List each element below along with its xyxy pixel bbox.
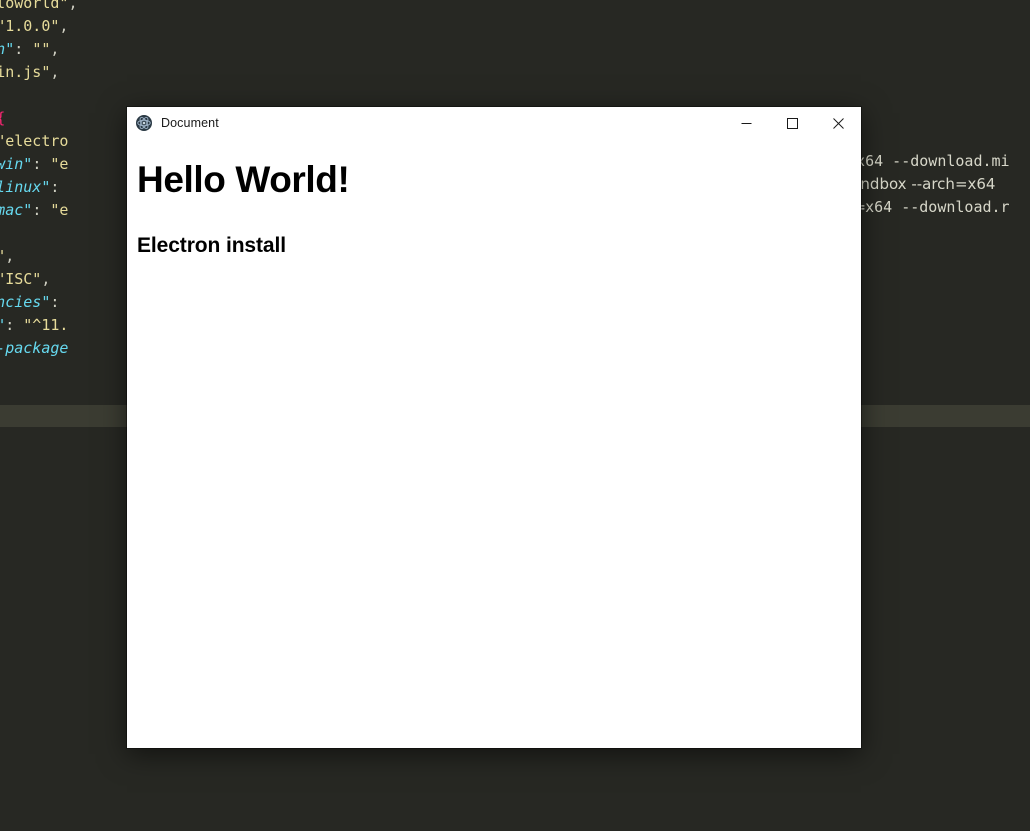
code-token: ckage-linux"	[0, 178, 51, 196]
code-token: ,	[59, 17, 69, 35]
code-line: -sandbox --arch=x64	[838, 173, 1030, 196]
page-heading: Hello World!	[137, 159, 350, 200]
page-subheading: Electron install	[137, 233, 286, 257]
code-token: :	[32, 201, 51, 219]
window-title-text: Document	[161, 116, 219, 130]
code-token: :	[32, 155, 51, 173]
code-token: "helloworld"	[0, 0, 69, 12]
code-line: ": "main.js",	[0, 61, 362, 84]
code-token: "^11.	[23, 316, 69, 334]
code-token: ,	[5, 247, 15, 265]
maximize-button[interactable]	[769, 107, 815, 139]
background-code-right-column: h=x64 --download.mi -sandbox --arch=x64 ch…	[838, 150, 1030, 219]
code-token: :	[5, 316, 24, 334]
code-token: ,	[50, 40, 60, 58]
close-button[interactable]	[815, 107, 861, 139]
code-token: ectron-package	[0, 339, 69, 357]
code-line: ug	[0, 84, 362, 107]
code-token: "1.0.0"	[0, 17, 60, 35]
code-token: ription"	[0, 40, 15, 58]
electron-app-window[interactable]: Document Hello World! Electron install	[127, 107, 861, 748]
minimize-button[interactable]	[723, 107, 769, 139]
close-icon	[832, 117, 844, 129]
code-token: :	[50, 293, 60, 311]
code-token: ch=x64 --download.r	[838, 198, 1010, 216]
code-token: "electro	[0, 132, 69, 150]
code-token: "ISC"	[0, 270, 42, 288]
code-token: :	[50, 178, 69, 196]
code-line: ription": "",	[0, 38, 362, 61]
maximize-icon	[786, 117, 798, 129]
code-token: ependencies"	[0, 293, 51, 311]
code-token: "main.js"	[0, 63, 51, 81]
code-token: ckage-win"	[0, 155, 33, 173]
code-token: ,	[41, 270, 51, 288]
code-token: "e	[50, 155, 69, 173]
electron-atom-icon	[136, 115, 152, 131]
code-token: ""	[32, 40, 51, 58]
window-controls-group	[723, 107, 861, 139]
code-token: ,	[68, 0, 78, 12]
code-token: ckage-mac"	[0, 201, 33, 219]
code-token: {	[0, 109, 5, 127]
code-line: ion": "1.0.0",	[0, 15, 362, 38]
window-content-area: Hello World! Electron install	[127, 139, 861, 748]
window-title-bar[interactable]: Document	[127, 107, 861, 139]
code-token: :	[14, 40, 33, 58]
code-token: ,	[50, 63, 60, 81]
code-line: : "helloworld",	[0, 0, 362, 15]
code-line: h=x64 --download.mi	[838, 150, 1030, 173]
code-token: "e	[50, 201, 69, 219]
code-token: h=x64 --download.mi	[838, 152, 1010, 170]
minimize-icon	[741, 122, 751, 124]
code-token: -sandbox --arch=x64	[838, 175, 996, 193]
code-line: ch=x64 --download.r	[838, 196, 1030, 219]
